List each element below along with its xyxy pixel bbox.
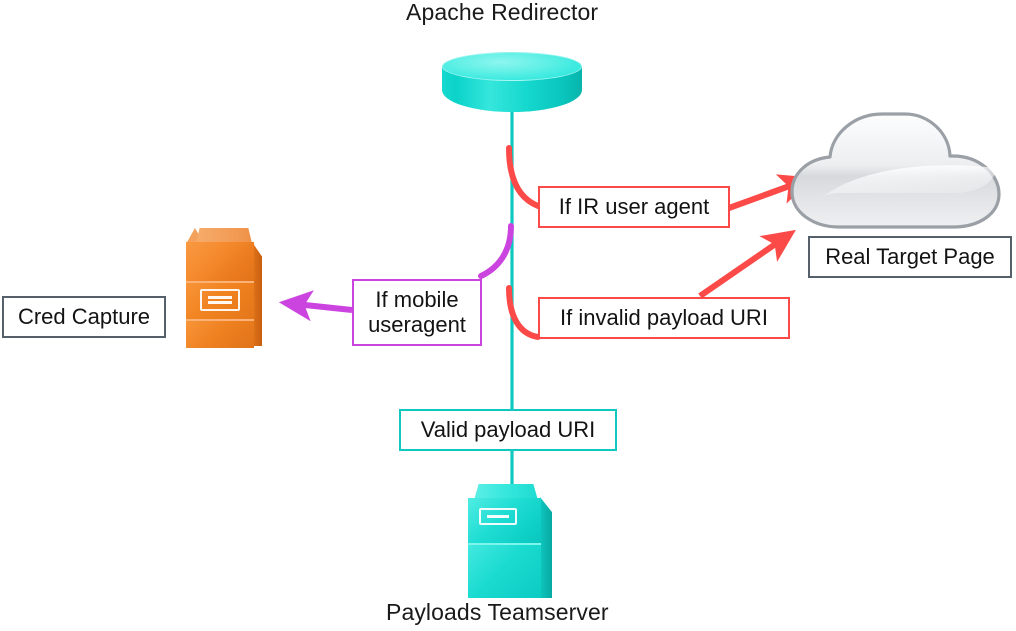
server-drive-badge-icon bbox=[200, 289, 240, 311]
teamserver-title: Payloads Teamserver bbox=[386, 599, 609, 625]
if-mobile-useragent-label: If mobile useragent bbox=[352, 279, 482, 346]
server-drive-badge-icon bbox=[479, 508, 517, 525]
diagram-canvas: Apache Redirector Payloads Teamserver Cr… bbox=[0, 0, 1016, 631]
if-mobile-useragent-line-1: If mobile bbox=[375, 286, 459, 312]
if-ir-user-agent-label: If IR user agent bbox=[538, 186, 730, 228]
database-cylinder-icon bbox=[442, 52, 582, 112]
if-invalid-payload-uri-label: If invalid payload URI bbox=[538, 297, 790, 339]
cred-capture-server-icon bbox=[186, 228, 262, 348]
real-target-page-box: Real Target Page bbox=[808, 236, 1012, 278]
valid-payload-uri-label: Valid payload URI bbox=[399, 409, 617, 451]
redirector-title: Apache Redirector bbox=[406, 0, 599, 25]
if-mobile-useragent-line-2: useragent bbox=[368, 311, 466, 337]
payloads-teamserver-icon bbox=[464, 484, 552, 598]
cred-capture-box: Cred Capture bbox=[2, 296, 166, 338]
cloud-icon bbox=[790, 112, 1001, 229]
